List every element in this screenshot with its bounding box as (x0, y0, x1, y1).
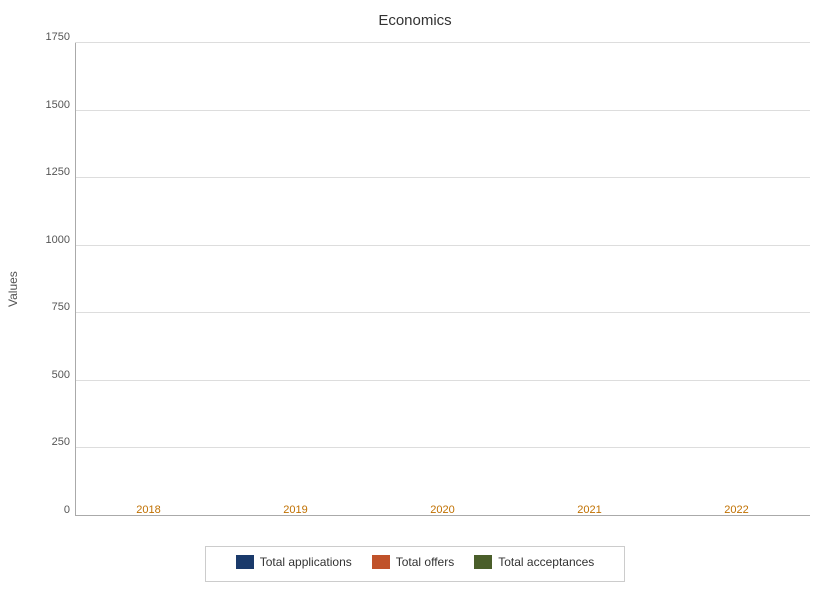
legend-label: Total acceptances (498, 555, 594, 569)
legend-color-box (474, 555, 492, 569)
grid-label: 750 (52, 301, 70, 313)
chart-area: Values 02505007501000125015001750 201820… (0, 33, 830, 546)
legend-label: Total applications (260, 555, 352, 569)
year-group: 2022 (663, 43, 810, 516)
grid-label: 1500 (46, 99, 70, 111)
chart-container: Economics Values 0 250 500 750 1000 1250 1500 1… (0, 0, 830, 592)
legend-label: Total offers (396, 555, 454, 569)
year-group: 2019 (222, 43, 369, 516)
legend-item: Total acceptances (474, 555, 594, 569)
grid-label: 250 (52, 436, 70, 448)
legend-item: Total applications (236, 555, 352, 569)
chart-title: Economics (378, 12, 451, 29)
year-group: 2018 (75, 43, 222, 516)
grid-label: 1750 (46, 31, 70, 43)
legend-item: Total offers (372, 555, 454, 569)
bars-container: 20182019202020212022 (75, 43, 810, 516)
legend: Total applications Total offers Total acce… (205, 546, 625, 582)
x-axis-line (75, 515, 810, 516)
y-axis-label: Values (0, 33, 30, 546)
year-group: 2021 (516, 43, 663, 516)
grid-label: 1000 (46, 234, 70, 246)
year-group: 2020 (369, 43, 516, 516)
grid-label: 500 (52, 369, 70, 381)
legend-color-box (372, 555, 390, 569)
grid-label: 0 (64, 504, 70, 516)
y-axis-line (75, 43, 76, 516)
grid-label: 1250 (46, 166, 70, 178)
legend-color-box (236, 555, 254, 569)
plot-area: 02505007501000125015001750 2018201920202… (30, 33, 830, 546)
